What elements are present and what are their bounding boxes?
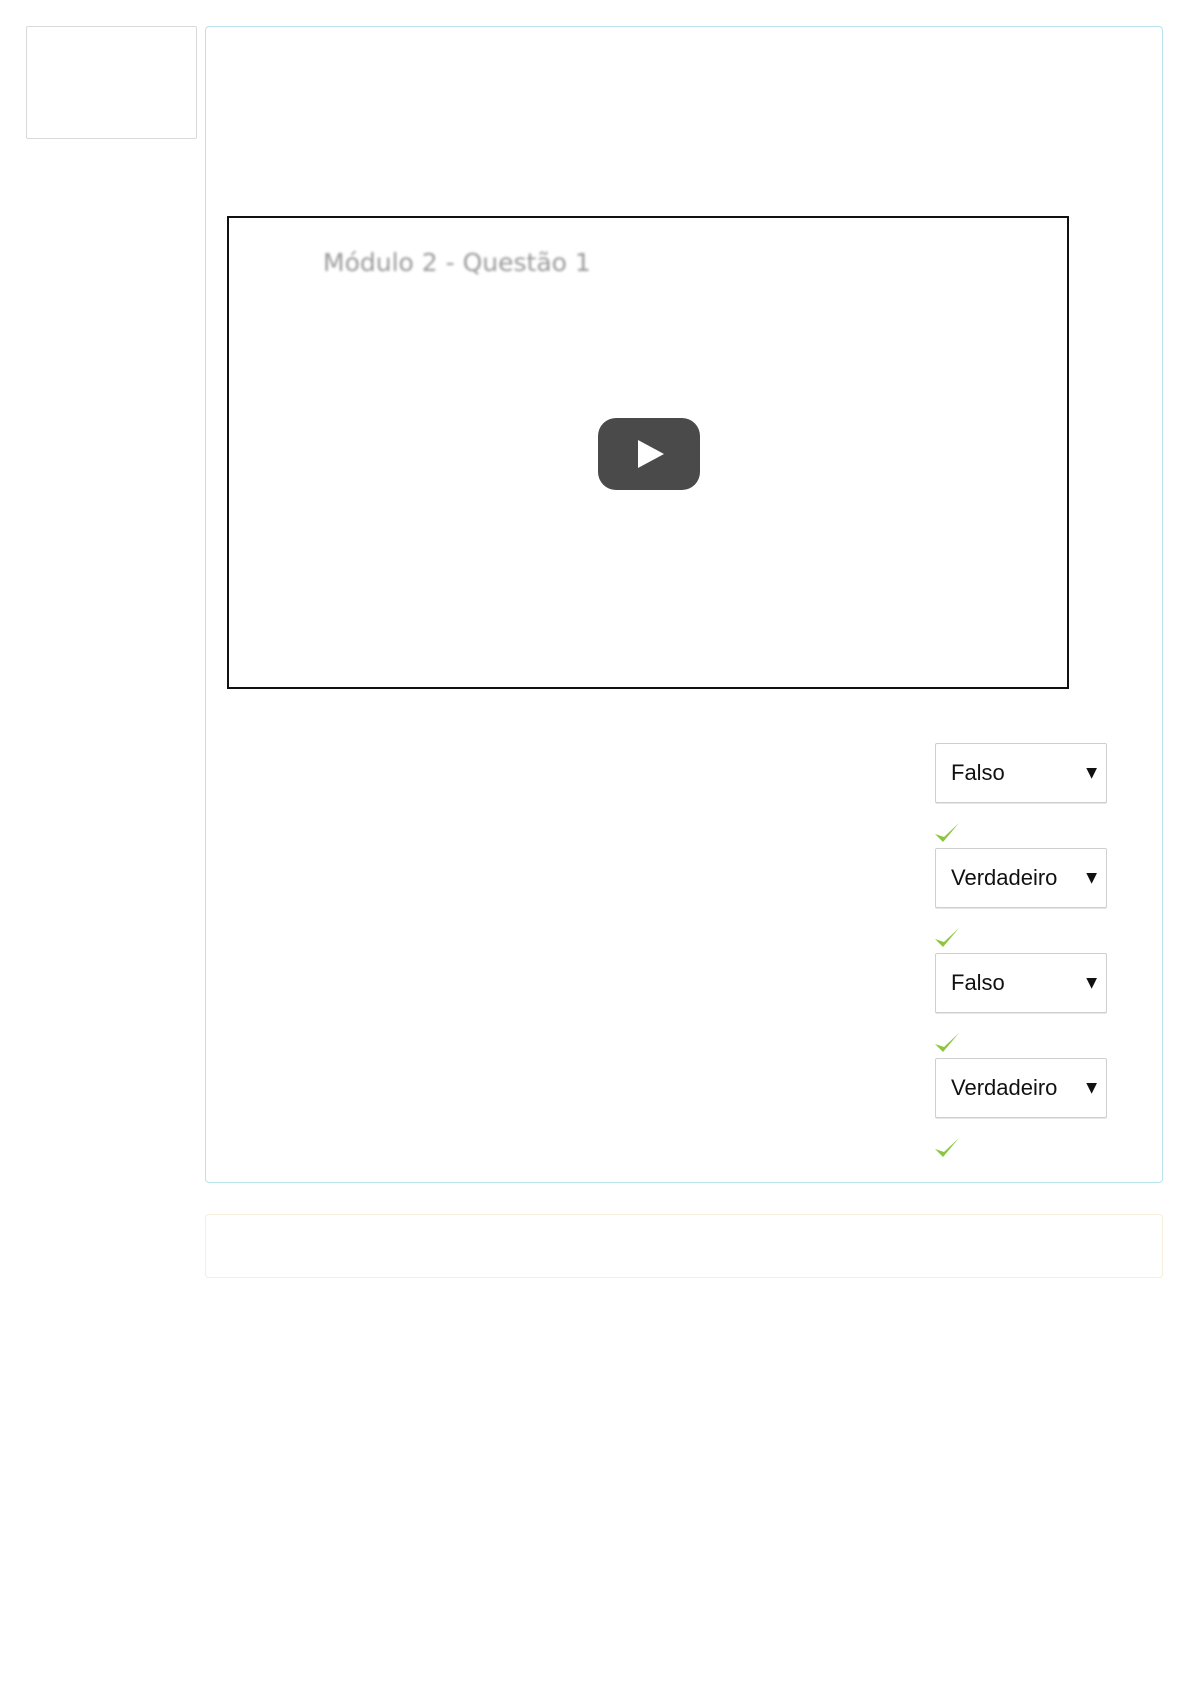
feedback-box — [205, 1214, 1163, 1278]
answer-select-2[interactable]: Verdadeiro ▼ — [935, 848, 1107, 908]
caret-down-icon: ▼ — [1086, 1080, 1097, 1096]
answer-select-value: Falso — [951, 970, 1005, 995]
play-button[interactable] — [598, 418, 700, 490]
answer-select-value: Falso — [951, 760, 1005, 785]
checkmark-icon — [935, 1138, 959, 1157]
play-icon — [638, 440, 664, 468]
caret-down-icon: ▼ — [1086, 870, 1097, 886]
answer-select-value: Verdadeiro — [951, 865, 1058, 890]
checkmark-icon — [935, 928, 959, 947]
answer-select-4[interactable]: Verdadeiro ▼ — [935, 1058, 1107, 1118]
question-info-box — [26, 26, 197, 139]
answer-select-value: Verdadeiro — [951, 1075, 1058, 1100]
video-player[interactable]: Módulo 2 - Questão 1 — [227, 216, 1069, 689]
caret-down-icon: ▼ — [1086, 975, 1097, 991]
caret-down-icon: ▼ — [1086, 765, 1097, 781]
video-title: Módulo 2 - Questão 1 — [323, 248, 591, 277]
checkmark-icon — [935, 1033, 959, 1052]
checkmark-icon — [935, 823, 959, 842]
answer-select-3[interactable]: Falso ▼ — [935, 953, 1107, 1013]
answer-select-1[interactable]: Falso ▼ — [935, 743, 1107, 803]
